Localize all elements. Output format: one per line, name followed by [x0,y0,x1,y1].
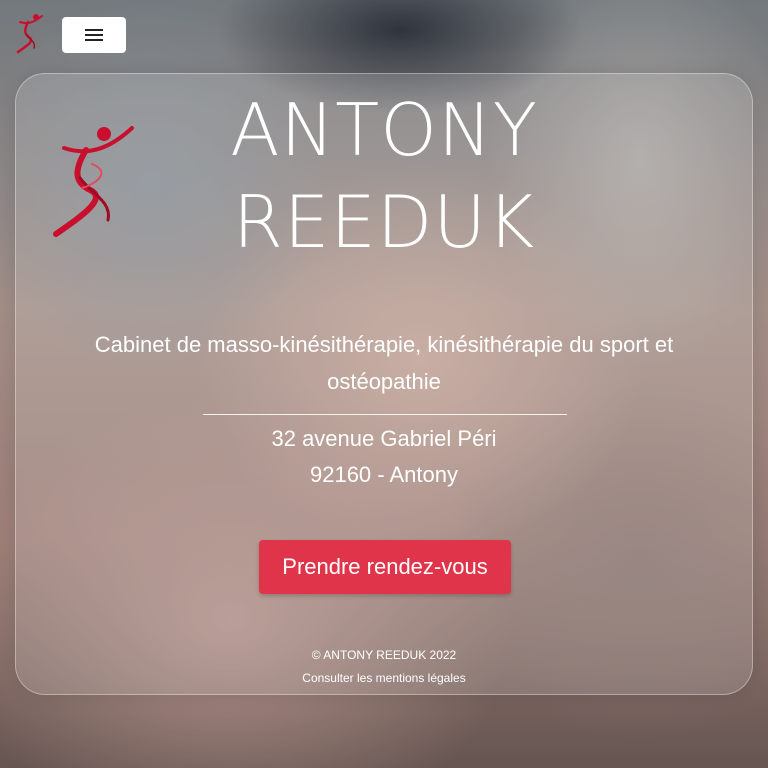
menu-toggle-button[interactable] [62,17,126,53]
divider [203,414,567,415]
title-line-1: ANTONY [230,88,538,172]
address-street: 32 avenue Gabriel Péri [271,426,497,451]
page-title: ANTONY REEDUK [16,84,752,268]
address: 32 avenue Gabriel Péri 92160 - Antony [16,421,752,493]
book-appointment-button[interactable]: Prendre rendez-vous [259,540,511,594]
legal-notice-link[interactable]: Consulter les mentions légales [16,670,752,686]
copyright-text: © ANTONY REEDUK 2022 [311,648,457,662]
runner-logo-icon[interactable] [14,12,46,56]
title-line-2: REEDUK [232,180,536,264]
subtitle: Cabinet de masso-kinésithérapie, kinésit… [94,332,674,394]
hero-card: ANTONY REEDUK Cabinet de masso-kinésithé… [15,73,753,695]
address-city: 92160 - Antony [309,462,458,487]
hamburger-menu-icon [85,29,103,41]
